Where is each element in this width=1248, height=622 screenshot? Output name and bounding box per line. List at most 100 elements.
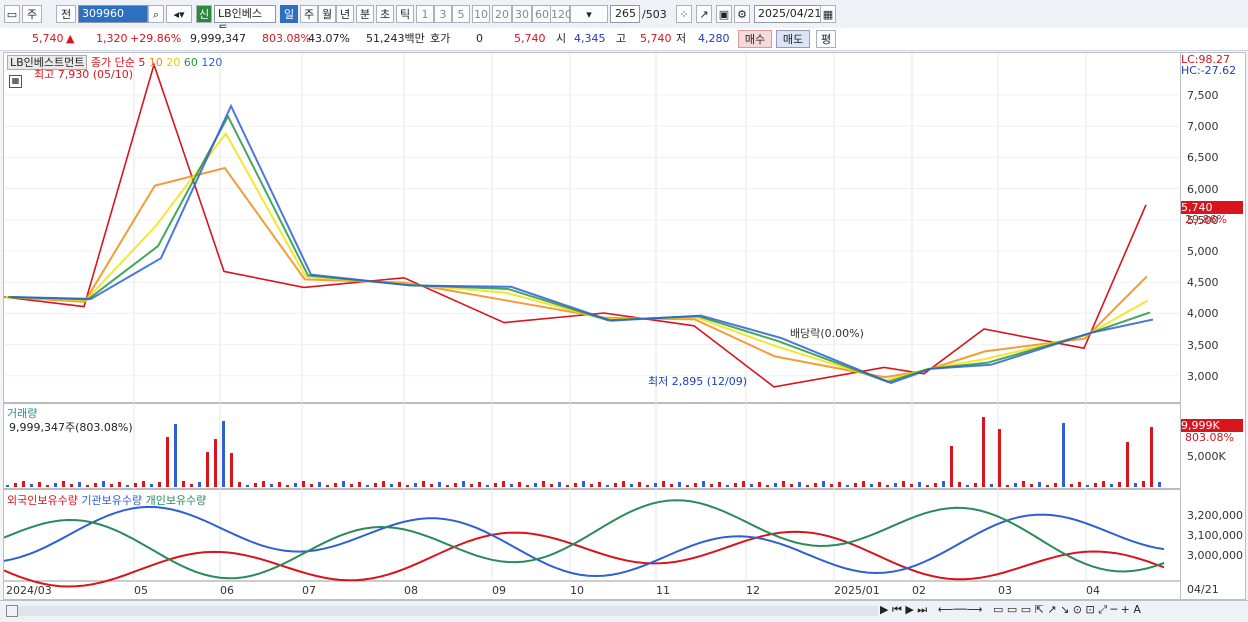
pattern-icon[interactable]: ⁘: [676, 5, 692, 23]
volume-bar: [38, 482, 41, 487]
volume-bar: [798, 482, 801, 487]
interval-5-button[interactable]: 30: [512, 5, 532, 23]
volume-bar: [358, 482, 361, 487]
table-icon[interactable]: ▦: [9, 75, 22, 88]
x-label: 07: [302, 584, 316, 597]
volume-bar: [190, 484, 193, 487]
gear-icon[interactable]: ⚙: [734, 5, 750, 23]
save-icon[interactable]: ▣: [716, 5, 732, 23]
x-label: 12: [746, 584, 760, 597]
volume-bar: [766, 485, 769, 487]
volume-bar: [262, 481, 265, 487]
volume-bar: [910, 484, 913, 487]
volume-bar: [1030, 484, 1033, 487]
volume-bar: [94, 483, 97, 487]
ask-price: 5,740: [514, 32, 546, 45]
volume-bar: [878, 482, 881, 487]
speaker-icon[interactable]: ◂▾: [166, 5, 192, 23]
volume-bar: [102, 481, 105, 487]
volume-bar: [670, 484, 673, 487]
open-label: 시: [556, 32, 567, 45]
volume-value: 9,999,347: [190, 32, 246, 45]
interval-1-button[interactable]: 3: [434, 5, 452, 23]
volume-bar: [374, 483, 377, 487]
volume-bar: [366, 485, 369, 487]
volume-bar: [1038, 482, 1041, 487]
bottom-scrollbar[interactable]: ▶ ⏮ ▶ ⏭ ⟵──⟶ ▭ ▭ ▭ ⇱ ↗ ↘ ⊙ ⊡ ⤢ ─ + A: [0, 600, 1248, 622]
draw-icon[interactable]: ↗: [696, 5, 712, 23]
volume-bar: [678, 482, 681, 487]
volume-bar: [246, 485, 249, 487]
volume-tick: 5,000K: [1187, 450, 1226, 463]
calendar-icon[interactable]: ▦: [820, 5, 836, 23]
volume-bar: [1118, 482, 1121, 487]
prev-button[interactable]: 전: [56, 5, 76, 23]
volume-bar: [1150, 427, 1153, 487]
volume-bar: [958, 482, 961, 487]
period-5-button[interactable]: 초: [376, 5, 394, 23]
volume-bar: [486, 485, 489, 487]
volume-bar: [630, 484, 633, 487]
max-price-label: 최고 7,930 (05/10): [34, 68, 134, 81]
volume-bar: [942, 481, 945, 487]
period-2-button[interactable]: 월: [318, 5, 336, 23]
interval-0-button[interactable]: 1: [416, 5, 434, 23]
chart-svg: [4, 53, 1180, 588]
volume-bar: [390, 484, 393, 487]
custom-interval-select[interactable]: ▾: [570, 5, 608, 23]
volume-bar: [558, 482, 561, 487]
interval-7-button[interactable]: 120: [550, 5, 572, 23]
interval-4-button[interactable]: 20: [492, 5, 512, 23]
period-6-button[interactable]: 틱: [396, 5, 414, 23]
institution-holding-line: [4, 505, 1165, 578]
period-select[interactable]: 주: [22, 5, 42, 23]
holding-tick-3: 3,000,000: [1187, 549, 1243, 562]
volume-bar: [686, 485, 689, 487]
price-change-pct: +29.86%: [130, 32, 182, 45]
volume-last-pct: 803.08%: [1185, 431, 1234, 444]
stock-name-field[interactable]: LB인베스트: [214, 5, 276, 36]
count-input[interactable]: 265: [610, 5, 640, 23]
interval-2-button[interactable]: 5: [452, 5, 470, 23]
volume-bar: [1094, 483, 1097, 487]
volume-bar: [862, 481, 865, 487]
volume-bar: [1070, 484, 1073, 487]
volume-bar: [710, 484, 713, 487]
volume-bar: [30, 484, 33, 487]
stock-code-input[interactable]: 309960: [78, 5, 148, 23]
volume-bar: [982, 417, 985, 487]
ask-label: 호가: [430, 32, 451, 45]
eval-button[interactable]: 평: [816, 30, 836, 48]
buy-button[interactable]: 매수: [738, 30, 772, 48]
chart-area[interactable]: LB인베스트먼트 종가 단순 5 10 20 60 120 최고 7,930 (…: [3, 52, 1181, 600]
period-1-button[interactable]: 주: [300, 5, 318, 23]
low-price: 4,280: [698, 32, 730, 45]
volume-bar: [398, 482, 401, 487]
volume-bar: [1062, 423, 1065, 487]
volume-bar: [326, 485, 329, 487]
period-0-button[interactable]: 일: [280, 5, 298, 23]
scroll-track[interactable]: [18, 606, 878, 616]
volume-bar: [406, 485, 409, 487]
interval-3-button[interactable]: 10: [472, 5, 490, 23]
volume-bar: [158, 482, 161, 487]
y-tick: 7,500: [1187, 89, 1219, 102]
window-icon[interactable]: ▭: [4, 5, 20, 23]
period-3-button[interactable]: 년: [336, 5, 354, 23]
volume-bar: [54, 483, 57, 487]
period-4-button[interactable]: 분: [356, 5, 374, 23]
x-label: 2025/01: [834, 584, 880, 597]
volume-bar: [126, 485, 129, 487]
sell-button[interactable]: 매도: [776, 30, 810, 48]
volume-bar: [790, 484, 793, 487]
nav-controls[interactable]: ▶ ⏮ ▶ ⏭ ⟵──⟶ ▭ ▭ ▭ ⇱ ↗ ↘ ⊙ ⊡ ⤢ ─ + A: [880, 603, 1141, 617]
volume-bar: [870, 484, 873, 487]
search-icon[interactable]: ⌕: [148, 5, 164, 23]
interval-6-button[interactable]: 60: [532, 5, 552, 23]
volume-bar: [382, 481, 385, 487]
scroll-left-icon[interactable]: [6, 605, 18, 617]
volume-pct: 803.08%: [262, 32, 311, 45]
date-input[interactable]: 2025/04/21: [754, 5, 822, 23]
volume-bar: [702, 481, 705, 487]
volume-bar: [1110, 484, 1113, 487]
